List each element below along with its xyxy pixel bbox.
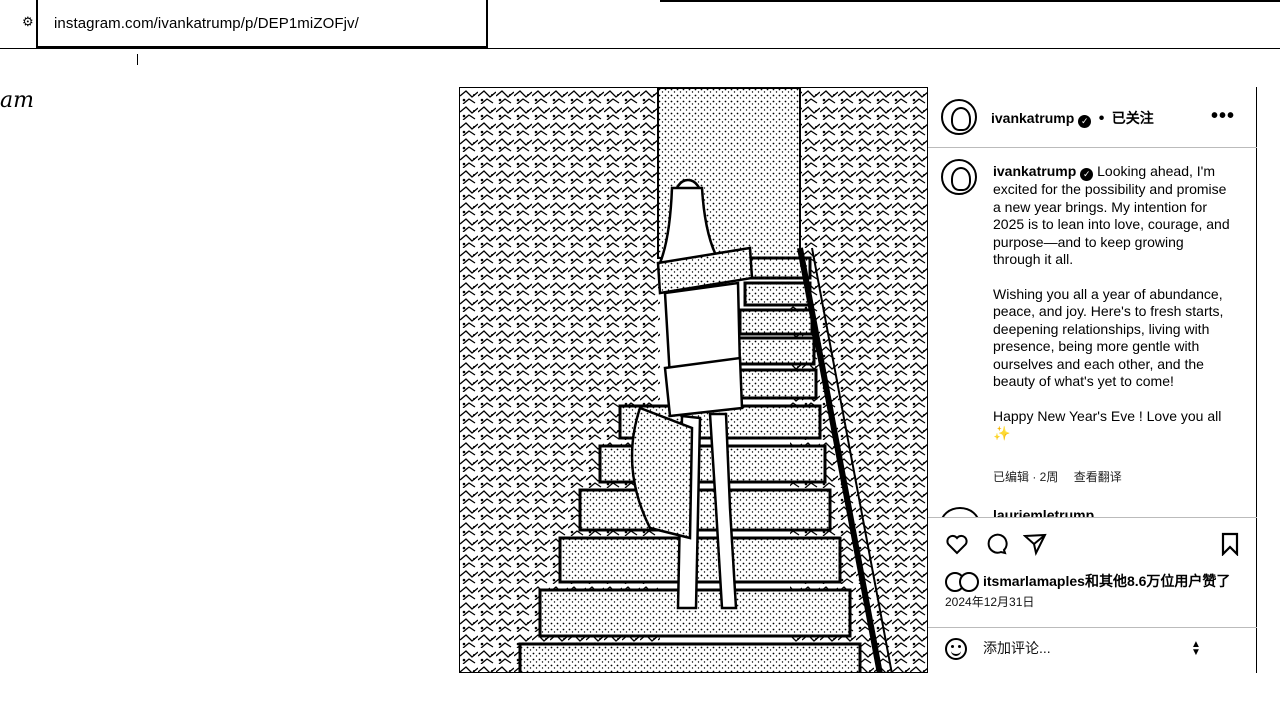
comment-preview: lauriemletrump xyxy=(940,505,1240,517)
caption-paragraph-3: Happy New Year's Eve ! Love you all ✨ xyxy=(993,407,1222,442)
likes-text[interactable]: itsmarlamaples和其他8.6万位用户赞了 xyxy=(983,571,1230,591)
follow-status-button[interactable]: 已关注 xyxy=(1112,110,1154,126)
caption-meta: 已编辑 · 2周 查看翻译 xyxy=(993,468,1134,485)
add-comment-row: ▲▼ xyxy=(928,627,1257,674)
emoji-picker-icon[interactable] xyxy=(945,638,967,660)
post-sidebar: ivankatrump ✓ • 已关注 ••• ivankatrump ✓ Look… xyxy=(928,87,1257,673)
address-bar[interactable]: instagram.com/ivankatrump/p/DEP1miZOFjv/ xyxy=(36,0,488,48)
caption-paragraph-2: Wishing you all a year of abundance, pea… xyxy=(993,285,1224,390)
post-caption: ivankatrump ✓ Looking ahead, I'm excited … xyxy=(993,163,1233,460)
save-bookmark-icon[interactable] xyxy=(1218,532,1242,556)
verified-badge-icon: ✓ xyxy=(1078,115,1092,128)
post-photo xyxy=(460,88,927,672)
comment-bubble-icon[interactable] xyxy=(984,532,1008,556)
url-text[interactable]: instagram.com/ivankatrump/p/DEP1miZOFjv/ xyxy=(54,15,359,32)
toolbar-divider xyxy=(660,0,1280,2)
post-actions xyxy=(928,517,1257,558)
post-date[interactable]: 2024年12月31日 xyxy=(945,593,1034,610)
caption-paragraph-1: ivankatrump ✓ Looking ahead, I'm excited … xyxy=(993,163,1233,269)
liker-avatars xyxy=(945,572,979,592)
commenter-avatar[interactable] xyxy=(940,507,980,517)
share-send-icon[interactable] xyxy=(1023,532,1047,556)
comment-input[interactable] xyxy=(983,640,1183,656)
resize-arrows-icon[interactable]: ▲ ▼ xyxy=(1190,640,1202,658)
edited-timestamp: 已编辑 · 2周 xyxy=(993,470,1059,484)
header-separator: • xyxy=(1098,110,1105,127)
post-image[interactable] xyxy=(459,87,928,673)
site-info-icon[interactable]: ⚙ xyxy=(22,14,36,32)
text-cursor xyxy=(137,54,138,65)
caption-username[interactable]: ivankatrump xyxy=(993,163,1076,179)
more-options-icon[interactable]: ••• xyxy=(1211,105,1235,128)
verified-badge-icon: ✓ xyxy=(1080,168,1094,181)
author-username[interactable]: ivankatrump xyxy=(991,110,1074,126)
like-heart-icon[interactable] xyxy=(945,532,969,556)
translate-link[interactable]: 查看翻译 xyxy=(1074,470,1122,484)
header-meta: ivankatrump ✓ • 已关注 xyxy=(991,108,1154,128)
author-avatar[interactable] xyxy=(941,99,977,135)
commenter-username[interactable]: lauriemletrump xyxy=(993,507,1094,517)
caption-avatar[interactable] xyxy=(941,159,977,195)
post-header: ivankatrump ✓ • 已关注 ••• xyxy=(928,87,1257,148)
browser-toolbar: ⚙ instagram.com/ivankatrump/p/DEP1miZOFj… xyxy=(0,0,1280,49)
likes-summary[interactable]: itsmarlamaples和其他8.6万位用户赞了 xyxy=(945,571,1230,592)
instagram-logo-partial[interactable]: am xyxy=(0,88,34,113)
